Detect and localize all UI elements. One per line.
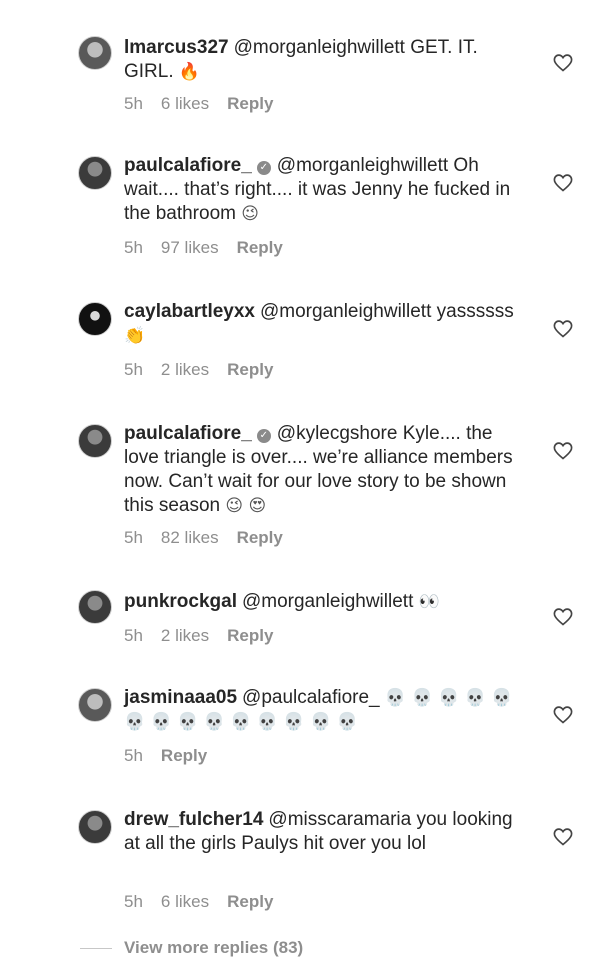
comment-text: @morganleighwillett [241, 591, 414, 612]
heart-icon[interactable] [551, 438, 575, 462]
comment-likes[interactable]: 6 likes [161, 892, 209, 911]
comment-body: paulcalafiore_ ✓ @morganleighwillett Oh wa… [124, 154, 514, 226]
avatar[interactable] [78, 590, 112, 624]
wink-heart-eyes-emoji: 😉 😍 [225, 496, 267, 516]
clapping-emoji: 👏 [124, 326, 146, 346]
comment-meta: 5h 2 likes Reply [124, 360, 291, 380]
comment-body: punkrockgal @morganleighwillett 👀 [124, 590, 514, 614]
comment-likes[interactable]: 2 likes [161, 360, 209, 379]
comment-time: 5h [124, 626, 143, 645]
comment-text: @paulcalafiore_ [242, 687, 380, 708]
avatar[interactable] [78, 688, 112, 722]
fire-emoji: 🔥 [178, 62, 201, 82]
comment-meta: 5h 82 likes Reply [124, 528, 301, 548]
avatar[interactable] [78, 302, 112, 336]
comment-body: lmarcus327 @morganleighwillett GET. IT. G… [124, 36, 514, 84]
heart-icon[interactable] [551, 824, 575, 848]
reply-button[interactable]: Reply [237, 528, 283, 547]
comment-meta: 5h 6 likes Reply [124, 94, 291, 114]
comment-body: jasminaaa05 @paulcalafiore_ 💀 💀 💀 💀 💀 💀 💀… [124, 686, 514, 734]
comment-body: paulcalafiore_ ✓ @kylecgshore Kyle.... the… [124, 422, 514, 518]
reply-button[interactable]: Reply [227, 360, 273, 379]
comment-meta: 5h 6 likes Reply [124, 892, 291, 912]
view-more-label: View more replies (83) [124, 938, 304, 957]
avatar[interactable] [78, 424, 112, 458]
heart-icon[interactable] [551, 50, 575, 74]
comment-meta: 5h 2 likes Reply [124, 626, 291, 646]
reply-button[interactable]: Reply [227, 626, 273, 645]
avatar[interactable] [78, 156, 112, 190]
heart-icon[interactable] [551, 316, 575, 340]
reply-button[interactable]: Reply [237, 238, 283, 257]
comment-body: drew_fulcher14 @misscaramaria you looking… [124, 808, 514, 856]
comment-time: 5h [124, 238, 143, 257]
view-more-replies-button[interactable]: View more replies (83) [80, 938, 303, 958]
comment-time: 5h [124, 94, 143, 113]
heart-icon[interactable] [551, 702, 575, 726]
reply-button[interactable]: Reply [161, 746, 207, 765]
comment-username[interactable]: caylabartleyxx [124, 301, 255, 322]
comment-time: 5h [124, 746, 143, 765]
comment-meta: 5h Reply [124, 746, 225, 766]
wink-emoji: 😉 [241, 204, 259, 224]
avatar[interactable] [78, 810, 112, 844]
comment-time: 5h [124, 528, 143, 547]
heart-icon[interactable] [551, 170, 575, 194]
verified-badge-icon: ✓ [256, 429, 271, 443]
reply-button[interactable]: Reply [227, 892, 273, 911]
comment-username[interactable]: paulcalafiore_ [124, 155, 252, 176]
comment-time: 5h [124, 892, 143, 911]
comment-username[interactable]: lmarcus327 [124, 37, 229, 58]
comment-username[interactable]: jasminaaa05 [124, 687, 237, 708]
reply-button[interactable]: Reply [227, 94, 273, 113]
eyes-emoji: 👀 [418, 592, 440, 612]
comment-list: lmarcus327 @morganleighwillett GET. IT. G… [0, 0, 604, 960]
verified-badge-icon: ✓ [256, 161, 271, 175]
comment-username[interactable]: drew_fulcher14 [124, 809, 263, 830]
comment-likes[interactable]: 82 likes [161, 528, 219, 547]
comment-likes[interactable]: 97 likes [161, 238, 219, 257]
comment-likes[interactable]: 6 likes [161, 94, 209, 113]
avatar[interactable] [78, 36, 112, 70]
comment-text: @morganleighwillett yassssss [260, 301, 514, 322]
heart-icon[interactable] [551, 604, 575, 628]
comment-likes[interactable]: 2 likes [161, 626, 209, 645]
comment-username[interactable]: punkrockgal [124, 591, 237, 612]
comment-username[interactable]: paulcalafiore_ [124, 423, 252, 444]
comment-body: caylabartleyxx @morganleighwillett yassss… [124, 300, 514, 348]
comment-time: 5h [124, 360, 143, 379]
comment-meta: 5h 97 likes Reply [124, 238, 301, 258]
divider-line [80, 948, 112, 950]
